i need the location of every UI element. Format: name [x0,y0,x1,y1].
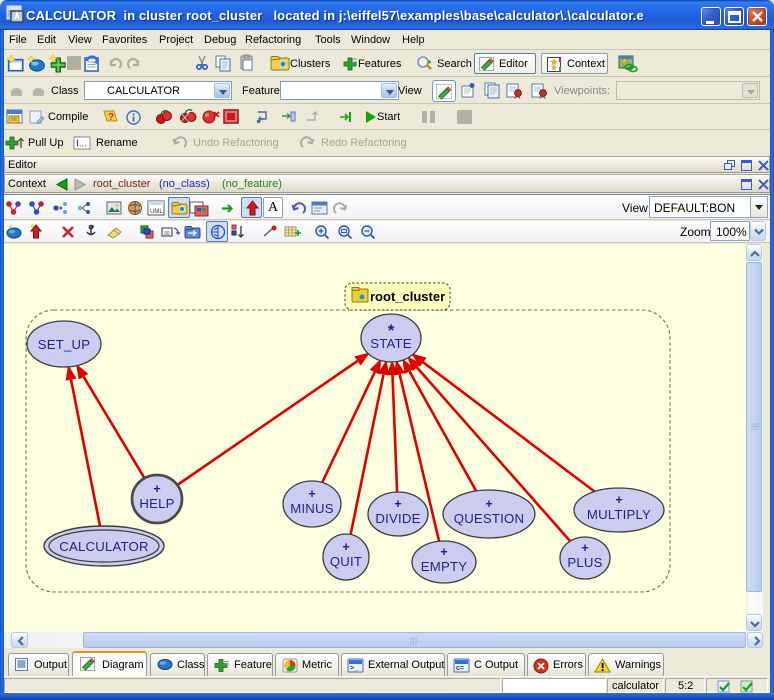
svg-text:CALCULATOR: CALCULATOR [59,539,148,554]
svg-text:I...: I... [76,139,87,150]
svg-text:MINUS: MINUS [290,501,334,516]
svg-text:SET_UP: SET_UP [38,337,91,352]
svg-text:c=: c= [456,665,464,672]
svg-text:+: + [153,482,160,496]
svg-text:+: + [394,497,401,511]
svg-text:+: + [440,545,447,559]
svg-text:PLUS: PLUS [567,555,602,570]
svg-text:HELP: HELP [139,496,174,511]
svg-text:>_: >_ [350,665,358,672]
svg-text:root_cluster: root_cluster [370,289,445,304]
svg-text:DIVIDE: DIVIDE [375,511,420,526]
svg-text:90: 90 [164,231,170,237]
svg-text:QUIT: QUIT [330,554,362,569]
svg-text:UML: UML [150,209,163,215]
svg-text:?: ? [108,112,114,123]
svg-text:+: + [615,493,622,507]
svg-text:STATE: STATE [370,336,412,351]
svg-text:+: + [342,540,349,554]
svg-text:+: + [485,497,492,511]
svg-text:+: + [581,541,588,555]
svg-text:+: + [308,487,315,501]
svg-text:QUESTION: QUESTION [454,511,524,526]
svg-text:MULTIPLY: MULTIPLY [587,507,651,522]
svg-text:EMPTY: EMPTY [421,559,467,574]
